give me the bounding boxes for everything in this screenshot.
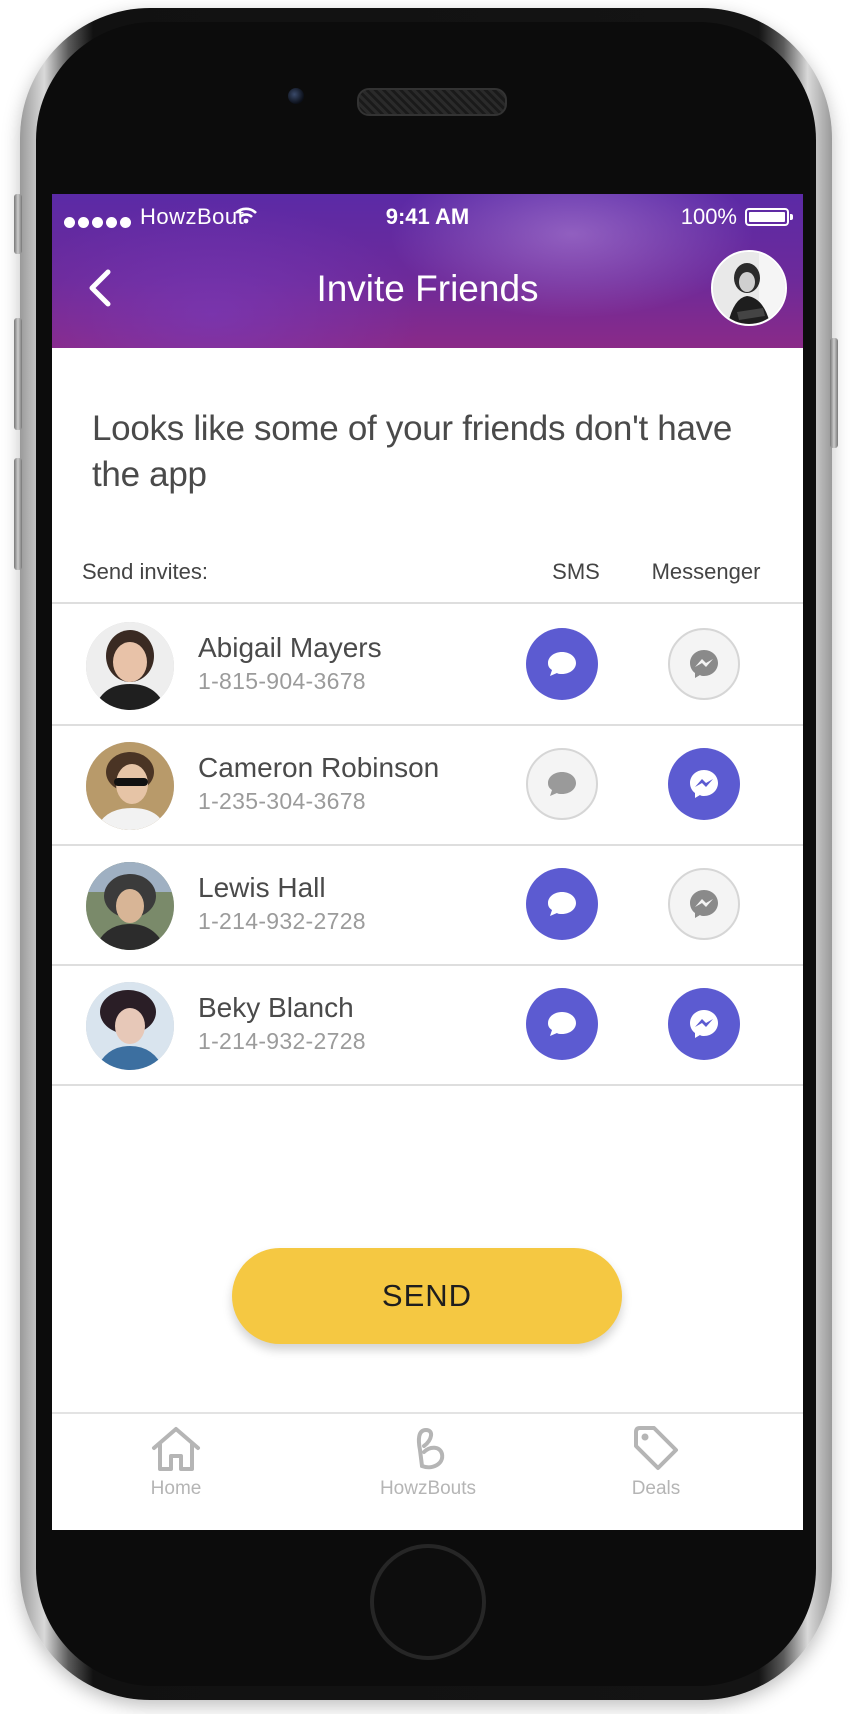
messenger-toggle[interactable] bbox=[668, 988, 740, 1060]
battery-percent: 100% bbox=[680, 204, 737, 229]
avatar bbox=[86, 742, 174, 830]
tab-deals[interactable]: Deals bbox=[576, 1426, 736, 1500]
profile-photo bbox=[713, 252, 785, 324]
messenger-toggle[interactable] bbox=[668, 868, 740, 940]
tab-home[interactable]: Home bbox=[96, 1426, 256, 1500]
avatar bbox=[86, 622, 174, 710]
messenger-toggle[interactable] bbox=[668, 748, 740, 820]
profile-avatar[interactable] bbox=[711, 250, 787, 326]
sms-column-label: SMS bbox=[552, 559, 600, 584]
send-invites-label: Send invites: bbox=[82, 559, 208, 584]
front-camera bbox=[288, 88, 304, 104]
messenger-toggle[interactable] bbox=[668, 628, 740, 700]
chat-bubble-icon bbox=[548, 892, 576, 916]
status-bar: HowzBout 9:41 AM 100% bbox=[52, 194, 803, 238]
invite-table-header: Send invites: SMS Messenger bbox=[52, 559, 803, 593]
sms-toggle[interactable] bbox=[526, 628, 598, 700]
intro-message: Looks like some of your friends don't ha… bbox=[92, 409, 732, 494]
messenger-icon bbox=[690, 770, 718, 798]
volume-up-button bbox=[14, 318, 22, 430]
tab-label: Home bbox=[150, 1478, 202, 1499]
tab-label: Deals bbox=[631, 1478, 681, 1499]
avatar bbox=[86, 862, 174, 950]
power-button bbox=[830, 338, 838, 448]
messenger-icon bbox=[690, 890, 718, 918]
earpiece-speaker bbox=[357, 88, 507, 116]
mute-switch bbox=[14, 194, 22, 254]
contact-phone: 1-235-304-3678 bbox=[198, 788, 366, 814]
messenger-icon bbox=[690, 1010, 718, 1038]
contact-row: Cameron Robinson 1-235-304-3678 bbox=[52, 724, 803, 844]
app-screen: HowzBout 9:41 AM 100% Invite Friends Loo… bbox=[52, 194, 803, 1530]
contact-row: Abigail Mayers 1-815-904-3678 bbox=[52, 604, 803, 724]
sms-toggle[interactable] bbox=[526, 748, 598, 820]
messenger-icon bbox=[690, 650, 718, 678]
home-hardware-button[interactable] bbox=[370, 1544, 486, 1660]
chat-bubble-icon bbox=[548, 772, 576, 796]
contact-phone: 1-214-932-2728 bbox=[198, 908, 366, 934]
header: HowzBout 9:41 AM 100% Invite Friends bbox=[52, 194, 803, 348]
page-title: Invite Friends bbox=[316, 268, 539, 309]
contact-name: Abigail Mayers bbox=[198, 632, 382, 663]
contact-row: Beky Blanch 1-214-932-2728 bbox=[52, 964, 803, 1084]
tag-icon bbox=[634, 1426, 678, 1470]
send-button[interactable]: SEND bbox=[232, 1248, 622, 1344]
home-icon bbox=[152, 1427, 200, 1471]
chat-bubble-icon bbox=[548, 1012, 576, 1036]
contact-phone: 1-214-932-2728 bbox=[198, 1028, 366, 1054]
contact-name: Cameron Robinson bbox=[198, 752, 440, 783]
messenger-column-label: Messenger bbox=[651, 559, 761, 584]
volume-down-button bbox=[14, 458, 22, 570]
avatar bbox=[86, 982, 174, 1070]
tab-howzbouts[interactable]: HowzBouts bbox=[348, 1426, 508, 1500]
sms-toggle[interactable] bbox=[526, 988, 598, 1060]
contact-row: Lewis Hall 1-214-932-2728 bbox=[52, 844, 803, 964]
chat-bubble-icon bbox=[548, 652, 576, 676]
battery-icon bbox=[745, 208, 793, 226]
contact-phone: 1-815-904-3678 bbox=[198, 668, 366, 694]
sms-toggle[interactable] bbox=[526, 868, 598, 940]
tab-bar: Home HowzBouts Deals bbox=[52, 1412, 803, 1530]
divider bbox=[52, 1084, 803, 1086]
howzbouts-logo-icon bbox=[416, 1428, 445, 1470]
tab-label: HowzBouts bbox=[379, 1478, 477, 1499]
contact-name: Beky Blanch bbox=[198, 992, 354, 1023]
contact-name: Lewis Hall bbox=[198, 872, 326, 903]
